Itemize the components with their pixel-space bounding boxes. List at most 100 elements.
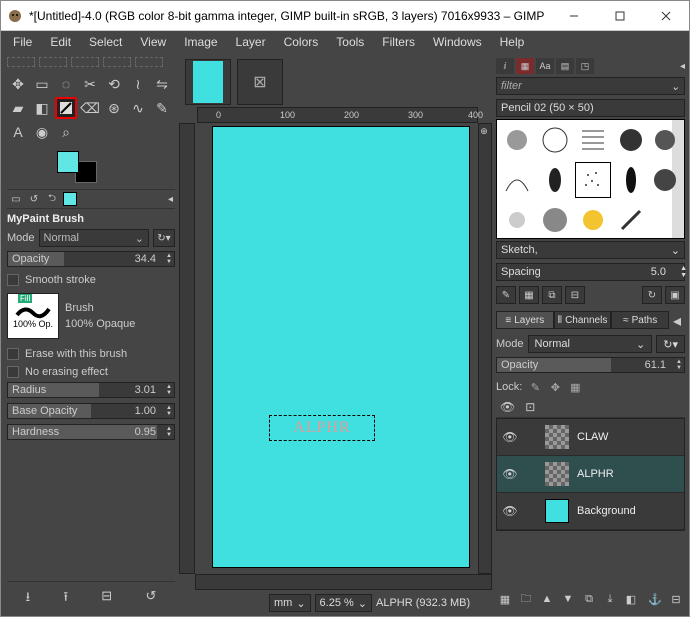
lower-layer-icon[interactable]: ▼ bbox=[559, 590, 577, 608]
tool-options-tab[interactable]: ▭ bbox=[9, 192, 23, 206]
bucket-tool[interactable]: ▰ bbox=[7, 97, 29, 119]
menu-layer[interactable]: Layer bbox=[228, 33, 274, 51]
new-group-icon[interactable]: 🗀 bbox=[517, 590, 535, 608]
fonts-dock-tab[interactable]: Aa bbox=[536, 58, 554, 74]
dock-menu-icon[interactable]: ◂ bbox=[168, 194, 173, 205]
path-tool[interactable]: ✎ bbox=[151, 97, 173, 119]
clone-tool[interactable]: ⊛ bbox=[103, 97, 125, 119]
delete-layer-icon[interactable]: ⊟ bbox=[667, 590, 685, 608]
transform-tool[interactable]: ⟲ bbox=[103, 73, 125, 95]
layer-mode-dropdown[interactable]: Normal⌄ bbox=[528, 335, 653, 353]
menu-image[interactable]: Image bbox=[176, 33, 225, 51]
layer-opacity-slider[interactable]: Opacity 61.1 ▲▼ bbox=[496, 357, 685, 373]
layer-item-claw[interactable]: 👁 CLAW bbox=[497, 419, 684, 456]
color-picker-tool[interactable]: ◉ bbox=[31, 121, 53, 143]
tab-channels[interactable]: ⦀Channels bbox=[554, 311, 612, 329]
layer-item-alphr[interactable]: 👁 ALPHR bbox=[497, 456, 684, 493]
ruler-vertical[interactable] bbox=[179, 123, 195, 574]
move-tool[interactable]: ✥ bbox=[7, 73, 29, 95]
menu-filters[interactable]: Filters bbox=[374, 33, 423, 51]
device-status-tab[interactable]: ↺ bbox=[27, 192, 41, 206]
free-select-tool[interactable]: ◌ bbox=[55, 73, 77, 95]
layer-dock-menu-icon[interactable]: ◂ bbox=[669, 311, 685, 331]
radius-slider[interactable]: Radius 3.01 ▲▼ bbox=[7, 382, 175, 398]
gradient-tool[interactable]: ◧ bbox=[31, 97, 53, 119]
history-dock-tab[interactable]: ▤ bbox=[556, 58, 574, 74]
horizontal-scrollbar[interactable] bbox=[195, 574, 492, 590]
brush-grid[interactable] bbox=[496, 119, 685, 239]
flip-tool[interactable]: ⇋ bbox=[151, 73, 173, 95]
lock-position-icon[interactable]: ✥ bbox=[548, 380, 562, 394]
opacity-slider[interactable]: Opacity 34.4 ▲▼ bbox=[7, 251, 175, 267]
right-dock-menu-icon[interactable]: ◂ bbox=[680, 61, 685, 72]
restore-preset-icon[interactable]: ⭱ bbox=[63, 588, 68, 610]
text-tool[interactable]: A bbox=[7, 121, 29, 143]
mypaint-brush-tool[interactable] bbox=[55, 97, 77, 119]
close-button[interactable] bbox=[643, 1, 689, 31]
menu-colors[interactable]: Colors bbox=[276, 33, 327, 51]
undo-history-tab[interactable]: ⮌ bbox=[45, 192, 59, 206]
merge-down-icon[interactable]: ⤓ bbox=[601, 590, 619, 608]
zoom-tool[interactable]: ⌕ bbox=[55, 121, 77, 143]
canvas-viewport[interactable]: ALPHR bbox=[195, 123, 478, 574]
delete-brush-icon[interactable]: ⊟ bbox=[565, 286, 585, 304]
save-preset-icon[interactable]: ⭳ bbox=[26, 588, 31, 610]
patterns-dock-tab[interactable]: ▦ bbox=[516, 58, 534, 74]
unit-dropdown[interactable]: mm⌄ bbox=[269, 594, 311, 612]
blend-mode-dropdown[interactable]: Normal⌄ bbox=[39, 229, 149, 247]
crop-tool[interactable]: ✂ bbox=[79, 73, 101, 95]
selection-marquee[interactable]: ALPHR bbox=[269, 415, 375, 441]
fg-color-swatch[interactable] bbox=[57, 151, 79, 173]
edit-brush-icon[interactable]: ✎ bbox=[496, 286, 516, 304]
layer-item-background[interactable]: 👁 Background bbox=[497, 493, 684, 530]
hardness-slider[interactable]: Hardness 0.95 ▲▼ bbox=[7, 424, 175, 440]
ruler-horizontal[interactable]: 0 100 200 300 400 bbox=[197, 107, 478, 123]
brush-spacing-slider[interactable]: Spacing5.0▲▼ bbox=[496, 263, 685, 281]
delete-preset-icon[interactable]: ⊟ bbox=[101, 588, 112, 610]
smooth-stroke-checkbox[interactable]: Smooth stroke bbox=[7, 274, 175, 286]
menu-windows[interactable]: Windows bbox=[425, 33, 490, 51]
menu-edit[interactable]: Edit bbox=[42, 33, 79, 51]
vertical-scrollbar[interactable]: ⊕ bbox=[478, 123, 492, 574]
menu-help[interactable]: Help bbox=[492, 33, 533, 51]
menu-view[interactable]: View bbox=[132, 33, 174, 51]
open-as-image-icon[interactable]: ▣ bbox=[665, 286, 685, 304]
new-layer-icon[interactable]: ▦ bbox=[496, 590, 514, 608]
visibility-toggle[interactable]: 👁 bbox=[501, 430, 519, 444]
visibility-toggle[interactable]: 👁 bbox=[501, 467, 519, 481]
erase-with-brush-checkbox[interactable]: Erase with this brush bbox=[7, 348, 175, 360]
reset-preset-icon[interactable]: ↺ bbox=[145, 588, 156, 610]
menu-file[interactable]: File bbox=[5, 33, 40, 51]
close-document-tab[interactable]: ⊠ bbox=[237, 59, 283, 105]
brushes-dock-tab[interactable]: ⅈ bbox=[496, 58, 514, 74]
gradients-dock-tab[interactable]: ◳ bbox=[576, 58, 594, 74]
anchor-layer-icon[interactable]: ⚓ bbox=[646, 590, 664, 608]
fg-color-tab[interactable] bbox=[63, 192, 77, 206]
refresh-brushes-icon[interactable]: ↻ bbox=[642, 286, 662, 304]
reset-mode-button[interactable]: ↻▾ bbox=[153, 229, 175, 247]
tab-paths[interactable]: ≈Paths bbox=[611, 311, 669, 329]
mask-layer-icon[interactable]: ◧ bbox=[622, 590, 640, 608]
canvas-page[interactable]: ALPHR bbox=[213, 127, 469, 567]
brush-preview[interactable]: Fill 100% Op. bbox=[7, 293, 59, 339]
rect-select-tool[interactable]: ▭ bbox=[31, 73, 53, 95]
smudge-tool[interactable]: ∿ bbox=[127, 97, 149, 119]
document-tab[interactable] bbox=[185, 59, 231, 105]
minimize-button[interactable] bbox=[551, 1, 597, 31]
no-erasing-effect-checkbox[interactable]: No erasing effect bbox=[7, 366, 175, 378]
base-opacity-slider[interactable]: Base Opacity 1.00 ▲▼ bbox=[7, 403, 175, 419]
lock-alpha-icon[interactable]: ▦ bbox=[568, 380, 582, 394]
layer-mode-reset-button[interactable]: ↻▾ bbox=[656, 335, 685, 353]
menu-select[interactable]: Select bbox=[81, 33, 130, 51]
warp-tool[interactable]: ≀ bbox=[127, 73, 149, 95]
zoom-dropdown[interactable]: 6.25 %⌄ bbox=[315, 594, 372, 612]
duplicate-layer-icon[interactable]: ⧉ bbox=[580, 590, 598, 608]
maximize-button[interactable] bbox=[597, 1, 643, 31]
brush-preset-dropdown[interactable]: Sketch,⌄ bbox=[496, 241, 685, 259]
eraser-tool[interactable]: ⌫ bbox=[79, 97, 101, 119]
menu-tools[interactable]: Tools bbox=[328, 33, 372, 51]
brush-filter-input[interactable]: filter⌄ bbox=[496, 77, 685, 95]
color-swatches[interactable] bbox=[57, 151, 97, 183]
duplicate-brush-icon[interactable]: ⧉ bbox=[542, 286, 562, 304]
visibility-toggle[interactable]: 👁 bbox=[501, 504, 519, 518]
